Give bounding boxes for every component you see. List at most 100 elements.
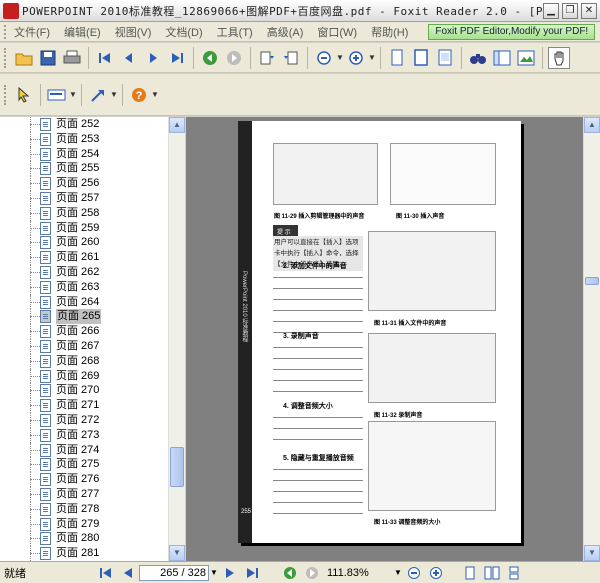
rotate-right-icon[interactable] [280, 47, 302, 69]
sidebar-page-item[interactable]: 页面 281 [0, 546, 168, 561]
sidebar-page-item[interactable]: 页面 280 [0, 531, 168, 547]
sidebar-page-item[interactable]: 页面 278 [0, 501, 168, 517]
sidebar-page-item[interactable]: 页面 266 [0, 324, 168, 339]
thumbnails-panel-icon[interactable] [515, 47, 537, 69]
status-last-page-icon[interactable] [243, 564, 261, 582]
zoom-level-field[interactable]: 111.83% [323, 565, 393, 581]
page-label: 页面 278 [56, 502, 100, 515]
sidebar-page-item[interactable]: 页面 271 [0, 398, 168, 413]
fit-width-icon[interactable] [434, 47, 456, 69]
sidebar-page-item[interactable]: 页面 255 [0, 161, 168, 177]
sidebar-page-item[interactable]: 页面 269 [0, 368, 168, 384]
next-page-icon[interactable] [142, 47, 164, 69]
save-icon[interactable] [37, 47, 59, 69]
page-icon [40, 547, 51, 561]
sidebar-scrollbar[interactable]: ▲ ▼ [168, 117, 185, 561]
sidebar-page-item[interactable]: 页面 276 [0, 472, 168, 487]
sidebar-page-item[interactable]: 页面 270 [0, 383, 168, 399]
page-icon [40, 177, 51, 191]
sidebar-page-item[interactable]: 页面 260 [0, 235, 168, 251]
hand-tool-icon[interactable] [548, 46, 570, 69]
minimize-button[interactable]: ▁ [543, 2, 559, 19]
status-back-icon[interactable] [281, 564, 299, 582]
sidebar-page-item[interactable]: 页面 261 [0, 250, 168, 265]
status-previous-page-icon[interactable] [119, 564, 137, 582]
restore-button[interactable]: ❐ [562, 2, 578, 19]
help-icon[interactable]: ? [128, 84, 150, 106]
rotate-left-icon[interactable] [256, 47, 278, 69]
sidebar-page-item[interactable]: 页面 277 [0, 486, 168, 502]
scroll-thumb[interactable] [585, 277, 599, 285]
scroll-up-icon[interactable]: ▲ [169, 117, 185, 133]
sidebar-page-item[interactable]: 页面 268 [0, 353, 168, 369]
document-scrollbar[interactable]: ▲ ▼ [583, 117, 600, 561]
sidebar-page-item[interactable]: 页面 254 [0, 146, 168, 162]
select-text-icon[interactable] [46, 84, 68, 106]
sidebar-page-item[interactable]: 页面 274 [0, 442, 168, 458]
zoom-dropdown-icon[interactable]: ▼ [393, 568, 403, 577]
menu-window[interactable]: 窗口(W) [317, 24, 357, 40]
scroll-thumb[interactable] [170, 447, 184, 487]
sidebar-page-item[interactable]: 页面 265 [0, 309, 168, 325]
sidebar-page-item[interactable]: 页面 257 [0, 190, 168, 206]
status-zoom-in-icon[interactable] [427, 564, 445, 582]
menu-file[interactable]: 文件(F) [14, 24, 50, 40]
zoom-in-dropdown-icon[interactable]: ▼ [368, 53, 376, 62]
sidebar-page-item[interactable]: 页面 279 [0, 516, 168, 532]
menu-document[interactable]: 文档(D) [165, 24, 202, 40]
sidebar-page-item[interactable]: 页面 256 [0, 176, 168, 191]
open-folder-icon[interactable] [13, 47, 35, 69]
sidebar-page-item[interactable]: 页面 259 [0, 220, 168, 236]
menu-tools[interactable]: 工具(T) [217, 24, 253, 40]
status-zoom-out-icon[interactable] [405, 564, 423, 582]
first-page-icon[interactable] [94, 47, 116, 69]
heading-add-file-sound: 2. 添加文件中的声音 [283, 263, 347, 270]
status-single-page-icon[interactable] [461, 564, 479, 582]
print-icon[interactable] [61, 47, 83, 69]
annotation-arrow-icon[interactable] [87, 84, 109, 106]
sidebar-page-item[interactable]: 页面 275 [0, 457, 168, 473]
fit-page-icon[interactable] [410, 47, 432, 69]
menu-edit[interactable]: 编辑(E) [64, 24, 101, 40]
status-next-page-icon[interactable] [221, 564, 239, 582]
back-icon[interactable] [199, 47, 221, 69]
forward-icon[interactable] [223, 47, 245, 69]
help-dropdown-icon[interactable]: ▼ [151, 90, 159, 99]
scroll-up-icon[interactable]: ▲ [584, 117, 600, 133]
zoom-out-icon[interactable] [313, 47, 335, 69]
menu-help[interactable]: 帮助(H) [371, 24, 408, 40]
scroll-down-icon[interactable]: ▼ [584, 545, 600, 561]
sidebar-page-item[interactable]: 页面 253 [0, 131, 168, 147]
page-dropdown-icon[interactable]: ▼ [209, 568, 219, 577]
sidebar-page-item[interactable]: 页面 267 [0, 338, 168, 354]
status-first-page-icon[interactable] [97, 564, 115, 582]
status-continuous-icon[interactable] [505, 564, 523, 582]
zoom-out-dropdown-icon[interactable]: ▼ [336, 53, 344, 62]
zoom-in-icon[interactable] [345, 47, 367, 69]
page-icon [40, 428, 51, 442]
sidebar-page-item[interactable]: 页面 273 [0, 427, 168, 443]
foxit-editor-ad-banner[interactable]: Foxit PDF Editor,Modify your PDF! [428, 23, 596, 40]
annotation-dropdown-icon[interactable]: ▼ [110, 90, 118, 99]
single-page-icon[interactable] [386, 47, 408, 69]
sidebar-page-item[interactable]: 页面 264 [0, 294, 168, 310]
scroll-down-icon[interactable]: ▼ [169, 545, 185, 561]
status-forward-icon[interactable] [303, 564, 321, 582]
select-text-dropdown-icon[interactable]: ▼ [69, 90, 77, 99]
find-binoculars-icon[interactable] [467, 47, 489, 69]
menu-view[interactable]: 视图(V) [115, 24, 152, 40]
sidebar-page-item[interactable]: 页面 252 [0, 117, 168, 132]
sidebar-page-item[interactable]: 页面 262 [0, 264, 168, 280]
bookmarks-panel-icon[interactable] [491, 47, 513, 69]
sidebar-page-item[interactable]: 页面 272 [0, 412, 168, 428]
status-facing-pages-icon[interactable] [483, 564, 501, 582]
document-view[interactable]: PowerPoint 2010 标准教程 255 图 11-29 插入剪辑管理器… [186, 117, 600, 561]
menu-advanced[interactable]: 高级(A) [267, 24, 304, 40]
last-page-icon[interactable] [166, 47, 188, 69]
previous-page-icon[interactable] [118, 47, 140, 69]
select-cursor-icon[interactable] [13, 84, 35, 106]
sidebar-page-item[interactable]: 页面 258 [0, 205, 168, 221]
sidebar-page-item[interactable]: 页面 263 [0, 279, 168, 295]
close-button[interactable]: ✕ [581, 2, 597, 19]
page-number-field[interactable]: 265 / 328 [139, 564, 209, 581]
